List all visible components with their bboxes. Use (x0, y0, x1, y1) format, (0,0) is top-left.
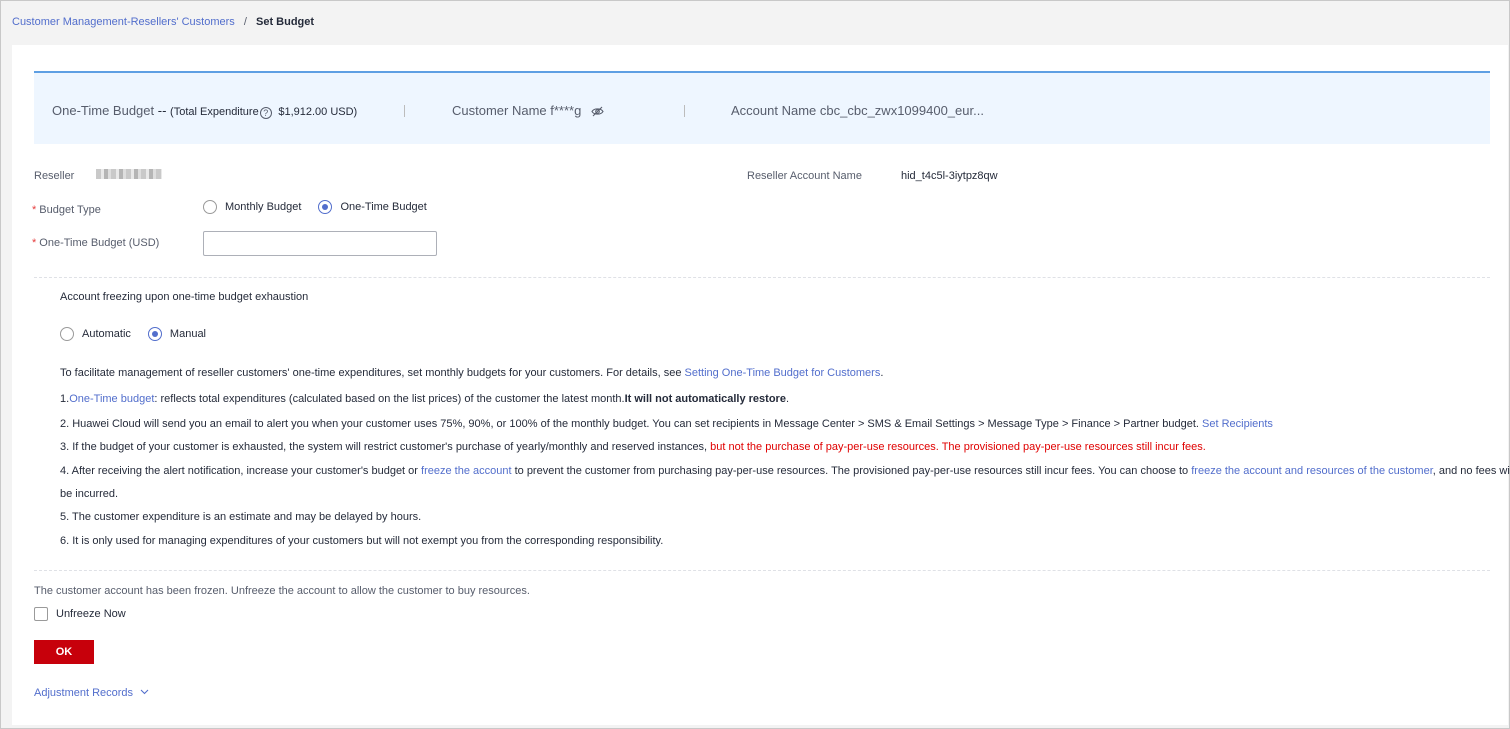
link-setting-one-time-budget[interactable]: Setting One-Time Budget for Customers (685, 367, 881, 379)
page-frame: Customer Management-Resellers' Customers… (0, 0, 1510, 729)
eye-off-icon[interactable] (591, 105, 604, 120)
summary-total-expenditure-prefix: (Total Expenditure (170, 106, 259, 118)
radio-manual-label: Manual (169, 328, 206, 340)
one-time-budget-label: * One-Time Budget (USD) (32, 237, 159, 249)
note-4: 4. After receiving the alert notificatio… (60, 465, 1510, 477)
radio-monthly-budget-label: Monthly Budget (225, 201, 302, 213)
adjustment-records-label: Adjustment Records (34, 687, 134, 699)
summary-divider (404, 105, 405, 117)
note-1: 1.One-Time budget: reflects total expend… (60, 393, 789, 405)
radio-monthly-budget[interactable]: Monthly Budget (203, 200, 301, 214)
ok-button[interactable]: OK (34, 640, 94, 664)
one-time-budget-input[interactable] (203, 231, 437, 256)
note-4-text-1: 4. After receiving the alert notificatio… (60, 465, 422, 477)
note-4-continued: be incurred. (60, 488, 119, 500)
reseller-value-masked (96, 169, 162, 179)
adjustment-records-toggle[interactable]: Adjustment Records (34, 687, 149, 699)
frozen-message: The customer account has been frozen. Un… (34, 585, 530, 597)
summary-budget-value: -- (157, 103, 167, 118)
unfreeze-now-label[interactable]: Unfreeze Now (56, 608, 126, 620)
customer-name-label: Customer Name (452, 103, 547, 118)
note-2-text: 2. Huawei Cloud will send you an email t… (60, 418, 1202, 430)
radio-manual-circle[interactable] (147, 327, 162, 341)
summary-budget: One-Time Budget -- (Total Expenditure? $… (52, 103, 357, 119)
reseller-label: Reseller (34, 170, 75, 182)
summary-account-name: Account Name cbc_cbc_zwx1099400_eur... (731, 103, 984, 118)
summary-total-expenditure-value: $1,912.00 USD) (278, 106, 358, 118)
unfreeze-now-checkbox[interactable] (34, 607, 48, 621)
notes-intro: To facilitate management of reseller cus… (60, 367, 883, 379)
summary-budget-label: One-Time Budget (52, 103, 155, 118)
section-divider (34, 277, 1490, 278)
notes-intro-end: . (880, 367, 884, 379)
freeze-title: Account freezing upon one-time budget ex… (60, 291, 309, 303)
radio-manual[interactable]: Manual (147, 327, 206, 341)
budget-type-label: * Budget Type (32, 204, 101, 216)
note-3-warning: but not the purchase of pay-per-use reso… (710, 441, 1206, 453)
chevron-down-icon (136, 687, 149, 699)
note-1-prefix: 1. (60, 393, 70, 405)
note-2: 2. Huawei Cloud will send you an email t… (60, 418, 1273, 430)
radio-automatic-circle[interactable] (60, 327, 74, 341)
note-3: 3. If the budget of your customer is exh… (60, 441, 1206, 453)
note-4-text-2: to prevent the customer from purchasing … (511, 465, 1192, 477)
reseller-account-value: hid_t4c5l-3iytpz8qw (901, 170, 998, 182)
radio-one-time-budget-circle[interactable] (318, 200, 333, 214)
summary-divider (684, 105, 685, 117)
summary-customer-name: Customer Name f****g (452, 103, 604, 120)
freeze-radio-group: Automatic Manual (60, 327, 206, 341)
budget-type-label-text: Budget Type (39, 204, 101, 216)
breadcrumb-separator: / (243, 16, 247, 28)
breadcrumb-current: Set Budget (255, 16, 315, 28)
breadcrumb: Customer Management-Resellers' Customers… (12, 16, 314, 28)
required-mark: * (32, 204, 37, 216)
required-mark: * (32, 237, 37, 249)
notes-intro-text: To facilitate management of reseller cus… (60, 367, 685, 379)
one-time-budget-label-text: One-Time Budget (USD) (39, 237, 160, 249)
link-one-time-budget[interactable]: One-Time budget (69, 393, 154, 405)
note-4-text-3: , and no fees will (1432, 465, 1510, 477)
note-1-end: . (785, 393, 790, 405)
section-divider (34, 570, 1490, 571)
note-5: 5. The customer expenditure is an estima… (60, 511, 422, 523)
note-3-text: 3. If the budget of your customer is exh… (60, 441, 711, 453)
radio-automatic-label: Automatic (82, 328, 131, 340)
budget-summary-panel: One-Time Budget -- (Total Expenditure? $… (34, 71, 1490, 144)
customer-name-value: f****g (550, 103, 582, 118)
radio-automatic[interactable]: Automatic (60, 327, 131, 341)
radio-one-time-budget[interactable]: One-Time Budget (318, 200, 427, 214)
budget-type-radio-group: Monthly Budget One-Time Budget (203, 200, 427, 214)
set-budget-card: One-Time Budget -- (Total Expenditure? $… (12, 45, 1510, 725)
link-set-recipients[interactable]: Set Recipients (1202, 418, 1273, 430)
note-6: 6. It is only used for managing expendit… (60, 535, 664, 547)
breadcrumb-link-customer-management[interactable]: Customer Management-Resellers' Customers (12, 16, 235, 28)
note-1-text: : reflects total expenditures (calculate… (154, 393, 625, 405)
reseller-account-label: Reseller Account Name (747, 170, 862, 182)
link-freeze-account[interactable]: freeze the account (421, 465, 512, 477)
account-name-label: Account Name (731, 103, 817, 118)
account-name-value: cbc_cbc_zwx1099400_eur... (819, 103, 984, 118)
radio-monthly-budget-circle[interactable] (203, 200, 217, 214)
help-icon[interactable]: ? (259, 107, 272, 119)
link-freeze-account-and-resources[interactable]: freeze the account and resources of the … (1191, 465, 1433, 477)
note-1-bold: It will not automatically restore (624, 393, 786, 405)
radio-one-time-budget-label: One-Time Budget (340, 201, 427, 213)
